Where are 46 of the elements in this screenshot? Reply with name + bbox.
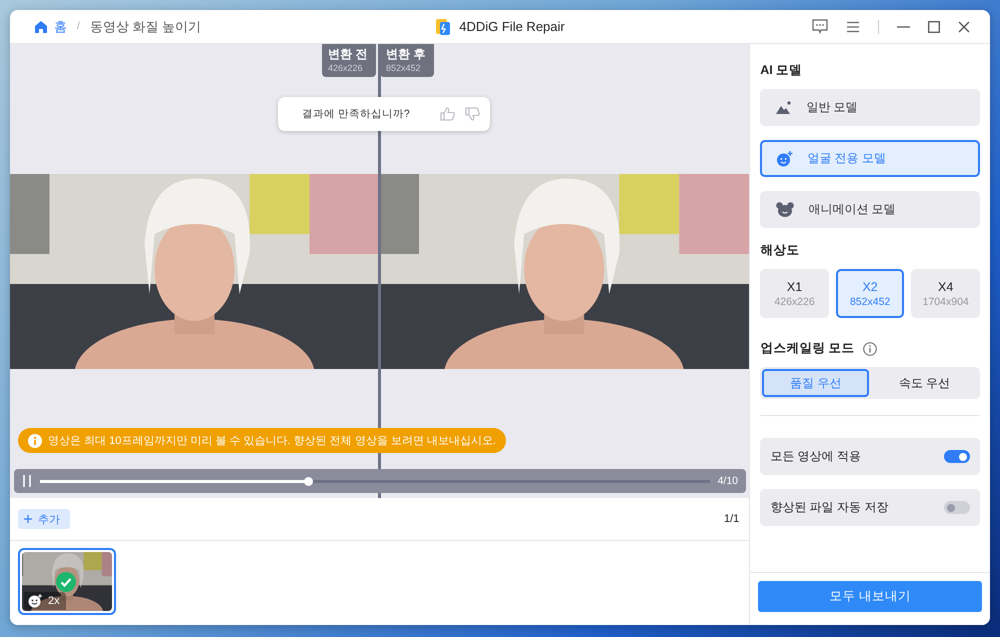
resolution-option[interactable]: X2 852x452 [836,269,904,318]
page-title: 동영상 화질 높이기 [90,18,202,36]
section-title: 업스케일링 모드 [760,340,855,357]
after-label: 변환 후 852x452 [380,44,434,77]
slider-thumb[interactable] [304,476,313,486]
page-counter: 1/1 [724,513,740,525]
breadcrumb-separator: / [77,21,80,32]
image-icon [776,100,792,114]
toggle-switch[interactable] [944,450,970,463]
minimize-icon[interactable] [897,26,910,28]
video-thumbnail[interactable]: 2x [18,548,116,615]
resolution-option[interactable]: X1 426x226 [760,269,829,318]
window-title: 4DDiG File Repair [459,19,565,34]
mode-option[interactable]: 속도 우선 [871,369,978,397]
setting-label: 모든 영상에 적용 [770,448,861,465]
model-option[interactable]: 얼굴 전용 모델 [760,140,980,177]
pause-icon[interactable] [22,475,32,487]
before-label: 변환 전 426x226 [322,44,376,77]
close-icon[interactable] [958,20,970,32]
info-icon[interactable] [862,342,877,356]
setting-label: 향상된 파일 자동 저장 [770,499,888,516]
model-option[interactable]: 일반 모델 [760,89,980,126]
home-icon [34,20,48,34]
section-title: 해상도 [760,242,800,259]
chat-icon[interactable] [812,19,828,34]
resolution-option[interactable]: X4 1704x904 [911,269,980,318]
thumbs-up-icon[interactable] [440,107,455,121]
bear-icon [776,202,794,217]
maximize-icon[interactable] [928,20,940,32]
feedback-question: 결과에 만족하십니까? [302,107,411,121]
section-title: AI 모델 [760,62,804,79]
toggle-switch[interactable] [944,501,970,514]
home-link[interactable]: 홈 [54,18,67,36]
menu-icon[interactable] [846,20,860,32]
progress-slider[interactable] [40,480,710,482]
notice-text: 영상은 최대 10프레임까지만 미리 볼 수 있습니다. 향상된 전체 영상을 보려면 내보내십시오. [48,434,496,448]
export-all-button[interactable]: 모두 내보내기 [758,581,982,612]
model-option[interactable]: 애니메이션 모델 [760,191,980,228]
plus-icon [24,515,32,523]
info-icon [28,434,42,448]
logo-icon [435,18,452,36]
frame-counter: 4/10 [718,475,738,487]
face-icon [28,594,42,608]
face-icon [776,150,794,166]
scale-label: 2x [48,595,60,607]
thumbs-down-icon[interactable] [465,107,480,121]
